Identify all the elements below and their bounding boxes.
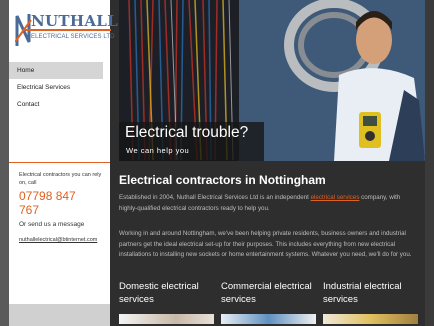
electrical-services-link[interactable]: electrical services <box>311 194 360 201</box>
body-paragraph: Working in and around Nottingham, we've … <box>119 230 412 258</box>
contact-phone[interactable]: 07798 847 767 <box>19 189 99 217</box>
nav-item-electrical-services[interactable]: Electrical Services <box>9 79 103 96</box>
service-card-industrial[interactable]: Industrial electrical services <box>323 280 418 306</box>
nav-item-home[interactable]: Home <box>9 62 103 79</box>
nav-item-contact[interactable]: Contact <box>9 96 103 113</box>
service-title: Commercial electrical services <box>221 281 312 305</box>
left-frame <box>0 0 9 326</box>
service-title: Domestic electrical services <box>119 281 199 305</box>
hero-title: Electrical trouble? <box>125 124 249 141</box>
intro-paragraph: Established in 2004, Nuthall Electrical … <box>119 193 419 214</box>
sidebar-footer <box>9 304 110 326</box>
hero-banner: Electrical trouble? We can help you <box>119 0 425 161</box>
contact-email-link[interactable]: nuthallelectrical@btinternet.com <box>19 237 97 243</box>
intro-text-start: Established in 2004, Nuthall Electrical … <box>119 194 311 201</box>
service-card-commercial[interactable]: Commercial electrical services <box>221 280 316 306</box>
page-title: Electrical contractors in Nottingham <box>119 173 326 187</box>
company-logo[interactable]: NUTHALL ELECTRICAL SERVICES LTD <box>15 10 118 52</box>
domestic-service-image[interactable] <box>119 314 214 324</box>
right-frame <box>425 0 434 326</box>
service-card-domestic[interactable]: Domestic electrical services <box>119 280 214 306</box>
industrial-service-image[interactable] <box>323 314 418 324</box>
hero-subtitle: We can help you <box>126 146 190 155</box>
commercial-service-image[interactable] <box>221 314 316 324</box>
contact-email-label: Or send us a message <box>19 221 85 228</box>
service-title: Industrial electrical services <box>323 281 402 305</box>
logo-subtitle: ELECTRICAL SERVICES LTD <box>31 34 115 40</box>
main-content: Electrical contractors in Nottingham Est… <box>119 161 425 326</box>
logo-brand: NUTHALL <box>31 12 118 30</box>
contact-panel: Electrical contractors you can rely on, … <box>9 162 110 243</box>
main-nav: Home Electrical Services Contact <box>9 62 110 113</box>
sidebar: NUTHALL ELECTRICAL SERVICES LTD Home Ele… <box>9 0 118 326</box>
contact-intro: Electrical contractors you can rely on, … <box>19 172 102 186</box>
